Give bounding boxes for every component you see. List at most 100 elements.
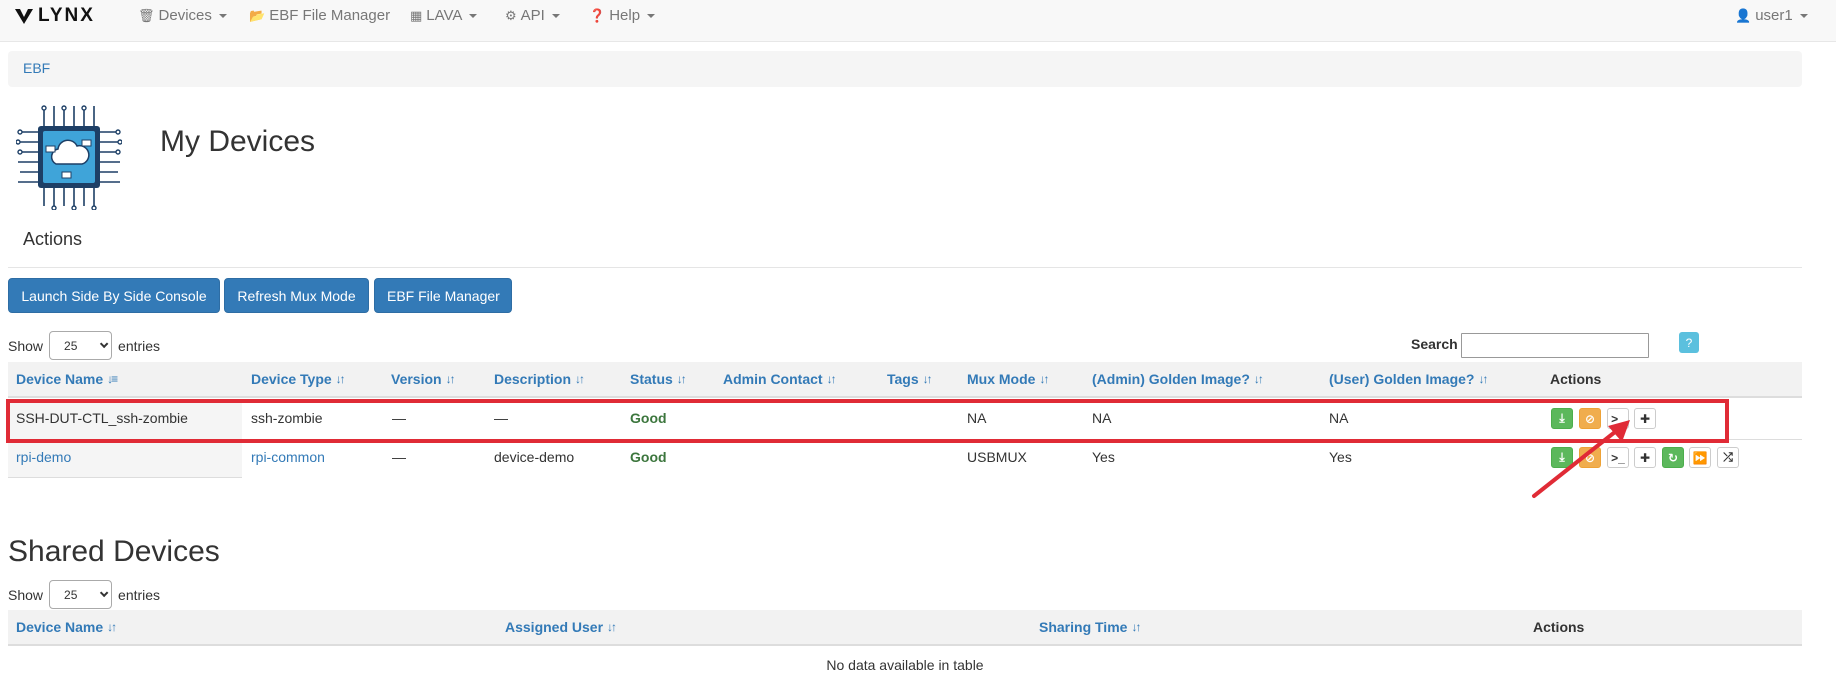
sort-icon: ↓↑ [445,372,456,386]
sort-icon: ↓↑ [922,372,933,386]
nav-lava[interactable]: ▦ LAVA [410,7,478,24]
entries-select[interactable]: 25 [49,331,113,360]
divider [8,267,1802,268]
breadcrumb: EBF [8,51,1802,87]
actions-heading: Actions [23,229,83,249]
chevron-down-icon [99,339,109,349]
length-prefix: Show [8,337,44,354]
chevron-down-icon [469,13,478,18]
ebf-file-manager-button[interactable]: EBF File Manager [374,278,512,313]
help-button[interactable]: ? [1679,332,1699,353]
sort-icon: ↓↑ [335,372,346,386]
gear-icon: ⚙ [505,7,517,23]
cell-description: device-demo [494,449,575,465]
column-header-description[interactable]: Description ↓↑ [494,371,585,387]
sort-icon: ↓↑ [107,620,117,634]
cell-admin-golden: Yes [1092,449,1115,465]
column-label: Description [494,371,572,387]
column-label: Actions [1533,619,1585,635]
column-header-actions: Actions [1550,371,1601,387]
cell-mux-mode: USBMUX [967,449,1027,465]
search-label: Search [1411,336,1458,352]
chevron-down-icon [218,13,227,18]
refresh-mux-mode-button[interactable]: Refresh Mux Mode [224,278,369,313]
entries-length-control: Show 25 entries [8,331,160,360]
sort-icon: ↓↑ [826,372,837,386]
chevron-down-icon [1799,13,1808,18]
cell-device-type-link[interactable]: rpi-common [251,449,325,465]
cell-user-golden: Yes [1329,449,1352,465]
length-suffix: entries [118,586,161,603]
chevron-down-icon [647,13,656,18]
trash-icon: 🗑 [138,7,155,23]
launch-side-by-side-console-button[interactable]: Launch Side By Side Console [8,278,220,313]
nav-help[interactable]: ❓ Help [589,7,656,24]
user-name: user1 [1755,7,1793,24]
column-label: Mux Mode [967,371,1036,387]
entries-select-value: 25 [64,338,78,353]
shared-entries-length-control: Show 25 entries [8,580,160,609]
navbar: LYNX 🗑 Devices 📂 EBF File Manager ▦ LAVA… [0,0,1836,42]
sort-icon: ↓↑ [1253,372,1264,386]
column-header-user-golden-image[interactable]: (User) Golden Image? ↓↑ [1329,371,1488,387]
shared-column-header-assigned-user[interactable]: Assigned User ↓↑ [505,619,617,635]
column-header-tags[interactable]: Tags ↓↑ [887,371,933,387]
cell-device-name-link[interactable]: rpi-demo [16,449,71,465]
sort-icon: ↓↑ [676,372,687,386]
chevron-down-icon [551,13,560,18]
calendar-icon: ▦ [410,7,423,23]
column-label: Device Type [251,371,332,387]
column-label: Admin Contact [723,371,823,387]
column-header-device-name[interactable]: Device Name ↓≡ [16,371,118,387]
shared-column-header-actions: Actions [1533,619,1584,635]
column-label: Actions [1550,371,1602,387]
nav-api-label: API [520,7,545,24]
refresh-icon[interactable]: ↻ [1662,447,1684,468]
column-label: Version [391,371,442,387]
search-input[interactable] [1461,333,1649,358]
entries-select-value: 25 [64,587,78,602]
nav-ebf-file-manager[interactable]: 📂 EBF File Manager [249,7,390,24]
sort-icon: ↓↑ [1131,620,1141,634]
sort-icon: ↓↑ [607,620,617,634]
cell-status: Good [630,449,667,465]
user-icon: 👤 [1735,7,1752,23]
question-circle-icon: ❓ [589,7,606,23]
nav-ebf-label: EBF File Manager [269,7,391,24]
column-header-admin-contact[interactable]: Admin Contact ↓↑ [723,371,837,387]
sort-icon: ↓↑ [1478,372,1488,386]
shared-devices-title: Shared Devices [8,535,220,568]
column-header-version[interactable]: Version ↓↑ [391,371,456,387]
column-label: (User) Golden Image? [1329,371,1475,387]
length-prefix: Show [8,586,44,603]
random-icon[interactable]: ⤮ [1717,447,1739,468]
column-label: Assigned User [505,619,604,635]
column-header-status[interactable]: Status ↓↑ [630,371,687,387]
nav-devices-label: Devices [158,7,212,24]
shared-column-header-sharing-time[interactable]: Sharing Time ↓↑ [1039,619,1141,635]
cell-version: — [392,449,406,465]
device-chip-logo [16,105,122,210]
user-menu[interactable]: 👤 user1 [1735,7,1808,24]
nav-lava-label: LAVA [426,7,463,24]
column-header-mux-mode[interactable]: Mux Mode ↓↑ [967,371,1049,387]
fast-forward-icon[interactable]: ⏩ [1689,447,1711,468]
folder-open-icon: 📂 [249,7,266,23]
nav-help-label: Help [609,7,641,24]
column-header-admin-golden-image[interactable]: (Admin) Golden Image? ↓↑ [1092,371,1264,387]
shared-entries-select[interactable]: 25 [49,580,113,609]
nav-api[interactable]: ⚙ API [505,7,560,24]
nav-devices[interactable]: 🗑 Devices [138,7,227,24]
breadcrumb-item-ebf[interactable]: EBF [23,60,50,76]
column-header-device-type[interactable]: Device Type ↓↑ [251,371,346,387]
annotation-arrow [1532,420,1630,498]
shared-column-header-device-name[interactable]: Device Name ↓↑ [16,619,117,635]
brand-logo[interactable]: LYNX [14,5,95,26]
column-label: Device Name [16,371,104,387]
page-title: My Devices [160,125,316,158]
row-divider [8,477,242,478]
highlight-box [6,399,1729,443]
brand-name: LYNX [38,5,95,26]
chevron-down-icon [99,588,109,598]
column-label: Device Name [16,619,104,635]
